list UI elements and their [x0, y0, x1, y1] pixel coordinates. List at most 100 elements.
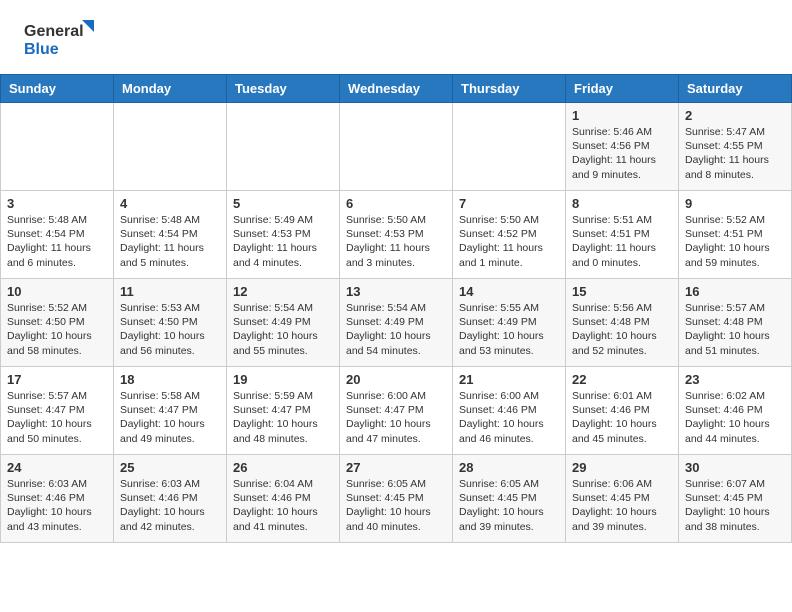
- logo: GeneralBlue: [24, 18, 94, 60]
- calendar-cell: 14Sunrise: 5:55 AMSunset: 4:49 PMDayligh…: [453, 279, 566, 367]
- day-info-line: Sunrise: 5:50 AM: [459, 213, 559, 227]
- day-number: 22: [572, 372, 672, 387]
- day-info-line: Sunrise: 5:54 AM: [346, 301, 446, 315]
- day-number: 23: [685, 372, 785, 387]
- day-info-line: Sunset: 4:52 PM: [459, 227, 559, 241]
- day-info-line: Sunrise: 5:59 AM: [233, 389, 333, 403]
- day-info-line: Sunset: 4:45 PM: [685, 491, 785, 505]
- calendar-cell: [1, 103, 114, 191]
- calendar-cell: [114, 103, 227, 191]
- page-header: GeneralBlue: [0, 0, 792, 70]
- calendar-cell: 12Sunrise: 5:54 AMSunset: 4:49 PMDayligh…: [227, 279, 340, 367]
- day-info-line: Sunrise: 5:53 AM: [120, 301, 220, 315]
- day-info-line: Sunrise: 5:56 AM: [572, 301, 672, 315]
- day-info-line: Sunset: 4:46 PM: [572, 403, 672, 417]
- calendar-week-row: 17Sunrise: 5:57 AMSunset: 4:47 PMDayligh…: [1, 367, 792, 455]
- day-number: 6: [346, 196, 446, 211]
- calendar-cell: 10Sunrise: 5:52 AMSunset: 4:50 PMDayligh…: [1, 279, 114, 367]
- day-number: 28: [459, 460, 559, 475]
- day-info-line: Sunset: 4:45 PM: [572, 491, 672, 505]
- day-info-line: Daylight: 10 hours and 48 minutes.: [233, 417, 333, 445]
- day-info-line: Sunrise: 5:54 AM: [233, 301, 333, 315]
- calendar-cell: 8Sunrise: 5:51 AMSunset: 4:51 PMDaylight…: [566, 191, 679, 279]
- day-of-week-header: Wednesday: [340, 75, 453, 103]
- day-info-line: Sunrise: 6:03 AM: [120, 477, 220, 491]
- calendar-table: SundayMondayTuesdayWednesdayThursdayFrid…: [0, 74, 792, 543]
- day-info-line: Sunrise: 5:52 AM: [7, 301, 107, 315]
- day-info-line: Sunrise: 6:02 AM: [685, 389, 785, 403]
- calendar-cell: 13Sunrise: 5:54 AMSunset: 4:49 PMDayligh…: [340, 279, 453, 367]
- day-info-line: Daylight: 11 hours and 9 minutes.: [572, 153, 672, 181]
- calendar-header-row: SundayMondayTuesdayWednesdayThursdayFrid…: [1, 75, 792, 103]
- day-info-line: Daylight: 11 hours and 1 minute.: [459, 241, 559, 269]
- day-info-line: Daylight: 11 hours and 5 minutes.: [120, 241, 220, 269]
- day-number: 24: [7, 460, 107, 475]
- day-number: 5: [233, 196, 333, 211]
- day-info-line: Daylight: 10 hours and 46 minutes.: [459, 417, 559, 445]
- day-info-line: Sunset: 4:46 PM: [233, 491, 333, 505]
- day-info-line: Sunset: 4:48 PM: [685, 315, 785, 329]
- calendar-cell: 30 Sunrise: 6:07 AMSunset: 4:45 PMDayligh…: [679, 455, 792, 543]
- day-info-line: Sunset: 4:50 PM: [120, 315, 220, 329]
- day-of-week-header: Friday: [566, 75, 679, 103]
- calendar-cell: 28Sunrise: 6:05 AMSunset: 4:45 PMDayligh…: [453, 455, 566, 543]
- day-info-line: Daylight: 10 hours and 38 minutes.: [685, 505, 785, 533]
- day-number: 14: [459, 284, 559, 299]
- calendar-cell: 3Sunrise: 5:48 AMSunset: 4:54 PMDaylight…: [1, 191, 114, 279]
- calendar-cell: 21Sunrise: 6:00 AMSunset: 4:46 PMDayligh…: [453, 367, 566, 455]
- day-info-line: Daylight: 11 hours and 8 minutes.: [685, 153, 785, 181]
- day-info-line: Daylight: 10 hours and 43 minutes.: [7, 505, 107, 533]
- day-info-line: Sunset: 4:50 PM: [7, 315, 107, 329]
- day-info-line: Daylight: 11 hours and 0 minutes.: [572, 241, 672, 269]
- svg-text:Blue: Blue: [24, 41, 59, 58]
- calendar-week-row: 10Sunrise: 5:52 AMSunset: 4:50 PMDayligh…: [1, 279, 792, 367]
- day-of-week-header: Thursday: [453, 75, 566, 103]
- calendar-cell: 2Sunrise: 5:47 AMSunset: 4:55 PMDaylight…: [679, 103, 792, 191]
- day-number: 11: [120, 284, 220, 299]
- day-info-line: Daylight: 10 hours and 50 minutes.: [7, 417, 107, 445]
- day-number: 19: [233, 372, 333, 387]
- calendar-cell: 6Sunrise: 5:50 AMSunset: 4:53 PMDaylight…: [340, 191, 453, 279]
- day-info-line: Sunrise: 5:46 AM: [572, 125, 672, 139]
- day-info-line: Daylight: 11 hours and 4 minutes.: [233, 241, 333, 269]
- calendar-cell: 18Sunrise: 5:58 AMSunset: 4:47 PMDayligh…: [114, 367, 227, 455]
- calendar-cell: 20Sunrise: 6:00 AMSunset: 4:47 PMDayligh…: [340, 367, 453, 455]
- day-info-line: Sunset: 4:48 PM: [572, 315, 672, 329]
- calendar-cell: 9Sunrise: 5:52 AMSunset: 4:51 PMDaylight…: [679, 191, 792, 279]
- day-info-line: Sunrise: 5:47 AM: [685, 125, 785, 139]
- day-info-line: Sunrise: 6:05 AM: [346, 477, 446, 491]
- calendar-cell: 25Sunrise: 6:03 AMSunset: 4:46 PMDayligh…: [114, 455, 227, 543]
- calendar-week-row: 24Sunrise: 6:03 AMSunset: 4:46 PMDayligh…: [1, 455, 792, 543]
- day-info-line: Sunrise: 5:52 AM: [685, 213, 785, 227]
- day-info-line: Sunrise: 5:49 AM: [233, 213, 333, 227]
- day-number: 3: [7, 196, 107, 211]
- day-info-line: Sunrise: 6:04 AM: [233, 477, 333, 491]
- day-info-line: Sunset: 4:46 PM: [459, 403, 559, 417]
- calendar-cell: 4Sunrise: 5:48 AMSunset: 4:54 PMDaylight…: [114, 191, 227, 279]
- day-info-line: Daylight: 10 hours and 52 minutes.: [572, 329, 672, 357]
- day-number: 9: [685, 196, 785, 211]
- day-info-line: Sunrise: 6:00 AM: [459, 389, 559, 403]
- day-info-line: Sunrise: 6:00 AM: [346, 389, 446, 403]
- day-of-week-header: Tuesday: [227, 75, 340, 103]
- day-number: 30: [685, 460, 785, 475]
- calendar-week-row: 3Sunrise: 5:48 AMSunset: 4:54 PMDaylight…: [1, 191, 792, 279]
- day-info-line: Sunset: 4:56 PM: [572, 139, 672, 153]
- day-info-line: Daylight: 10 hours and 39 minutes.: [459, 505, 559, 533]
- day-info-line: Sunset: 4:53 PM: [233, 227, 333, 241]
- day-info-line: Daylight: 10 hours and 41 minutes.: [233, 505, 333, 533]
- day-number: 27: [346, 460, 446, 475]
- day-number: 2: [685, 108, 785, 123]
- day-info-line: Daylight: 10 hours and 44 minutes.: [685, 417, 785, 445]
- day-info-line: Sunrise: 5:55 AM: [459, 301, 559, 315]
- day-info-line: Daylight: 10 hours and 54 minutes.: [346, 329, 446, 357]
- day-info-line: Sunrise: 6:01 AM: [572, 389, 672, 403]
- calendar-cell: 1 Sunrise: 5:46 AMSunset: 4:56 PMDaylight…: [566, 103, 679, 191]
- day-info-line: Sunset: 4:47 PM: [7, 403, 107, 417]
- day-info-line: Sunrise: 5:50 AM: [346, 213, 446, 227]
- day-info-line: Sunrise: 6:07 AM: [685, 477, 785, 491]
- calendar-cell: 27Sunrise: 6:05 AMSunset: 4:45 PMDayligh…: [340, 455, 453, 543]
- day-info-line: Sunrise: 6:03 AM: [7, 477, 107, 491]
- day-info-line: Sunrise: 6:06 AM: [572, 477, 672, 491]
- day-number: 1: [572, 108, 672, 123]
